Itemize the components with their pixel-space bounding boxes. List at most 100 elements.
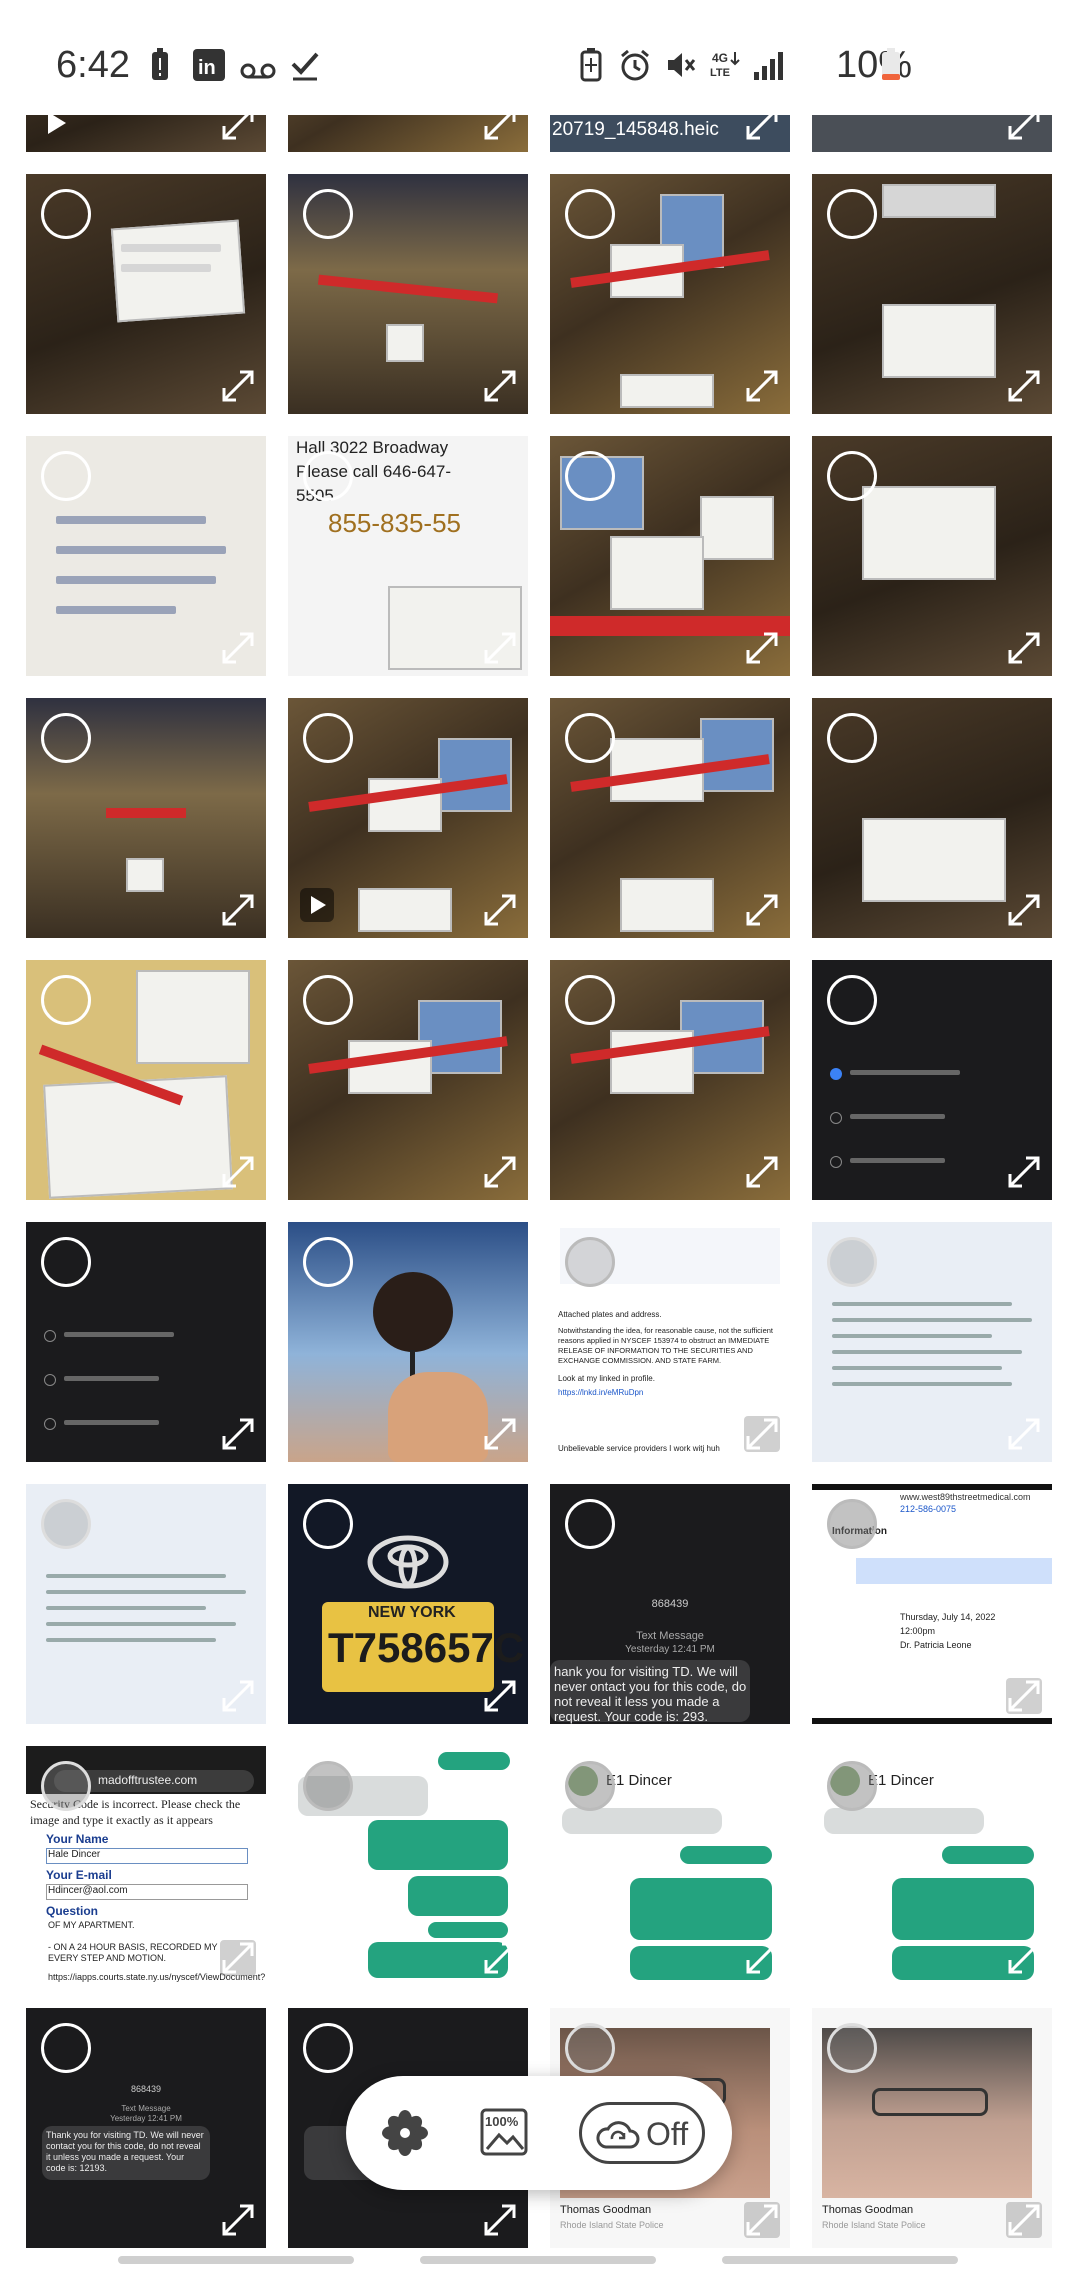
select-circle[interactable]	[565, 1761, 615, 1811]
select-circle[interactable]	[41, 1761, 91, 1811]
photo-tile[interactable]	[550, 174, 790, 414]
expand-icon[interactable]	[744, 368, 780, 404]
select-circle[interactable]	[41, 975, 91, 1025]
expand-icon[interactable]	[482, 1154, 518, 1190]
expand-icon[interactable]	[744, 2202, 780, 2238]
photo-tile[interactable]	[550, 960, 790, 1200]
select-circle[interactable]	[41, 1237, 91, 1287]
select-circle[interactable]	[303, 2023, 353, 2073]
expand-icon[interactable]	[744, 1416, 780, 1452]
form-question-value: OF MY APARTMENT.	[48, 1920, 135, 1930]
photo-tile[interactable]: E1 Dincer	[812, 1746, 1052, 1986]
photo-tile[interactable]	[812, 436, 1052, 676]
select-circle[interactable]	[41, 713, 91, 763]
expand-icon[interactable]	[220, 892, 256, 928]
flower-icon[interactable]	[381, 2109, 429, 2157]
expand-icon[interactable]	[220, 1940, 256, 1976]
photo-tile[interactable]: Hall 3022 Broadway Please call 646-647-5…	[288, 436, 528, 676]
photo-tile[interactable]	[812, 1222, 1052, 1462]
select-circle[interactable]	[565, 189, 615, 239]
expand-icon[interactable]	[220, 1416, 256, 1452]
expand-icon[interactable]	[220, 368, 256, 404]
select-circle[interactable]	[827, 189, 877, 239]
expand-icon[interactable]	[744, 630, 780, 666]
photo-tile[interactable]: 868439 Text Message Yesterday 12:41 PM h…	[550, 1484, 790, 1724]
select-circle[interactable]	[565, 975, 615, 1025]
photo-tile[interactable]	[550, 698, 790, 938]
photo-tile[interactable]	[288, 960, 528, 1200]
expand-icon[interactable]	[220, 2202, 256, 2238]
expand-icon[interactable]	[744, 892, 780, 928]
expand-icon[interactable]	[1006, 630, 1042, 666]
expand-icon[interactable]	[220, 630, 256, 666]
select-circle[interactable]	[303, 451, 353, 501]
nav-handle-left[interactable]	[118, 2256, 354, 2264]
photo-tile[interactable]	[288, 1222, 528, 1462]
expand-icon[interactable]	[482, 368, 518, 404]
select-circle[interactable]	[565, 1237, 615, 1287]
expand-icon[interactable]	[220, 1154, 256, 1190]
photo-tile[interactable]: E1 Dincer	[550, 1746, 790, 1986]
image-quality-icon[interactable]: 100%	[479, 2107, 529, 2157]
photo-tile[interactable]	[26, 960, 266, 1200]
select-circle[interactable]	[565, 1499, 615, 1549]
expand-icon[interactable]	[1006, 1678, 1042, 1714]
photo-tile[interactable]: www.west89thstreetmedical.com 212-586-00…	[812, 1484, 1052, 1724]
select-circle[interactable]	[565, 451, 615, 501]
expand-icon[interactable]	[1006, 1416, 1042, 1452]
photo-tile[interactable]	[812, 960, 1052, 1200]
expand-icon[interactable]	[1006, 2202, 1042, 2238]
photo-tile[interactable]	[812, 698, 1052, 938]
expand-icon[interactable]	[482, 892, 518, 928]
expand-icon[interactable]	[482, 1678, 518, 1714]
photo-tile[interactable]	[26, 698, 266, 938]
select-circle[interactable]	[41, 2023, 91, 2073]
expand-icon[interactable]	[220, 1678, 256, 1714]
expand-icon[interactable]	[482, 1416, 518, 1452]
select-circle[interactable]	[303, 1761, 353, 1811]
select-circle[interactable]	[827, 1499, 877, 1549]
photo-tile[interactable]: Attached plates and address. Notwithstan…	[550, 1222, 790, 1462]
nav-handle-right[interactable]	[722, 2256, 958, 2264]
expand-icon[interactable]	[482, 1940, 518, 1976]
expand-icon[interactable]	[1006, 1940, 1042, 1976]
select-circle[interactable]	[565, 713, 615, 763]
select-circle[interactable]	[303, 975, 353, 1025]
select-circle[interactable]	[827, 713, 877, 763]
select-circle[interactable]	[303, 713, 353, 763]
expand-icon[interactable]	[744, 1154, 780, 1190]
expand-icon[interactable]	[744, 1940, 780, 1976]
photo-tile[interactable]	[26, 1484, 266, 1724]
photo-tile[interactable]: 868439 Text Message Yesterday 12:41 PM T…	[26, 2008, 266, 2248]
expand-icon[interactable]	[482, 630, 518, 666]
photo-tile[interactable]: Thomas Goodman Rhode Island State Police	[812, 2008, 1052, 2248]
select-circle[interactable]	[41, 1499, 91, 1549]
expand-icon[interactable]	[1006, 1154, 1042, 1190]
expand-icon[interactable]	[1006, 368, 1042, 404]
photo-tile[interactable]	[288, 174, 528, 414]
photo-tile[interactable]: madofftrustee.com Security Code is incor…	[26, 1746, 266, 1986]
photo-tile[interactable]	[288, 698, 528, 938]
select-circle[interactable]	[41, 451, 91, 501]
expand-icon[interactable]	[1006, 892, 1042, 928]
photo-tile[interactable]: NEW YORK T758657C	[288, 1484, 528, 1724]
select-circle[interactable]	[565, 2023, 615, 2073]
photo-tile[interactable]	[288, 1746, 528, 1986]
select-circle[interactable]	[827, 1237, 877, 1287]
expand-icon[interactable]	[482, 2202, 518, 2238]
select-circle[interactable]	[827, 451, 877, 501]
select-circle[interactable]	[303, 1237, 353, 1287]
select-circle[interactable]	[827, 975, 877, 1025]
photo-tile[interactable]	[26, 436, 266, 676]
photo-tile[interactable]	[26, 174, 266, 414]
photo-tile[interactable]	[26, 1222, 266, 1462]
photo-tile[interactable]	[550, 436, 790, 676]
cloud-sync-toggle[interactable]: Off	[579, 2102, 705, 2164]
select-circle[interactable]	[827, 1761, 877, 1811]
select-circle[interactable]	[41, 189, 91, 239]
select-circle[interactable]	[303, 189, 353, 239]
select-circle[interactable]	[827, 2023, 877, 2073]
photo-tile[interactable]	[812, 174, 1052, 414]
select-circle[interactable]	[303, 1499, 353, 1549]
nav-handle-center[interactable]	[420, 2256, 656, 2264]
